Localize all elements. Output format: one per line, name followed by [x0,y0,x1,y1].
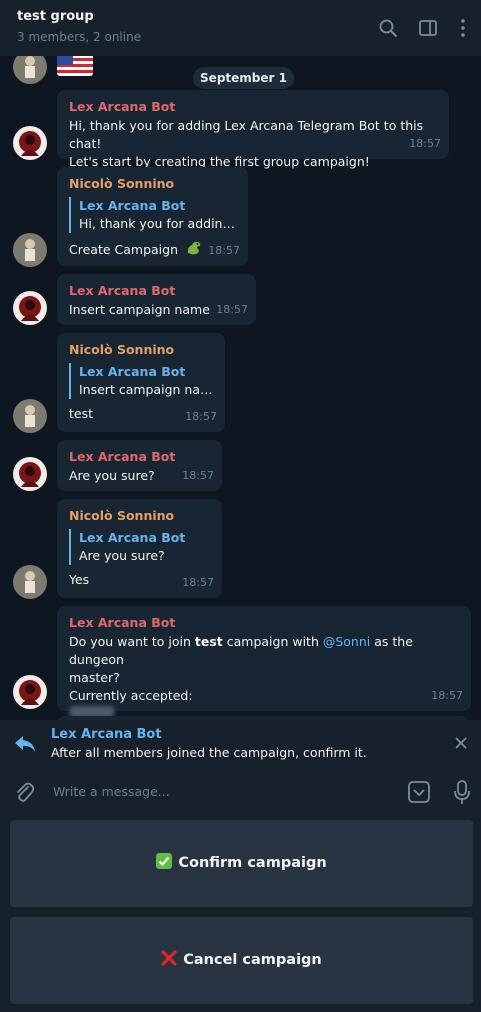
cancel-campaign-button[interactable]: Cancel campaign [10,917,473,1004]
message-time: 18:57 [185,410,217,423]
message-bubble[interactable]: Lex Arcana Bot Are you sure? 18:57 [57,440,222,491]
dragon-icon [185,239,203,262]
reply-quote-text: Insert campaign name [79,382,213,397]
reply-quote[interactable]: Lex Arcana Bot Hi, thank you for adding … [69,197,236,233]
message-text: Do you want to join test campaign with @… [69,634,413,667]
sender-name[interactable]: Lex Arcana Bot [69,98,437,116]
reply-panel-text: After all members joined the campaign, c… [51,745,367,760]
us-flag-icon [57,56,93,76]
message-composer: Write a message... [0,768,481,818]
reply-quote-text: Hi, thank you for adding ... [79,216,236,231]
search-icon[interactable] [377,17,399,39]
close-icon[interactable] [453,735,469,755]
message-bubble[interactable]: Lex Arcana Bot Insert campaign name 18:5… [57,274,256,325]
message-list[interactable]: September 1 Lex Arcana Bot Hi, thank you… [0,56,481,720]
message-text: Insert campaign name [69,302,210,317]
avatar-bot[interactable] [13,457,47,491]
reply-quote[interactable]: Lex Arcana Bot Insert campaign name [69,363,213,399]
cross-mark-icon [161,919,177,966]
date-separator: September 1 [193,67,294,89]
chat-title[interactable]: test group [17,9,481,24]
message-text: Hi, thank you for adding Lex Arcana Tele… [69,118,424,151]
message-bubble[interactable]: Nicolò Sonnino Lex Arcana Bot Are you su… [57,499,222,598]
avatar-bot[interactable] [13,675,47,709]
message-bubble[interactable]: Lex Arcana Bot Do you want to join test … [57,606,471,718]
message-bubble[interactable]: Nicolò Sonnino Lex Arcana Bot Insert cam… [57,333,225,432]
reply-quote[interactable]: Lex Arcana Bot Are you sure? [69,529,210,565]
chat-header: test group 3 members, 2 online [0,0,481,56]
reply-quote-text: Are you sure? [79,548,165,563]
message-text: Create Campaign [69,242,178,257]
message-text: Currently accepted: [69,688,193,703]
sender-name[interactable]: Lex Arcana Bot [69,448,210,466]
reply-panel[interactable]: Lex Arcana Bot After all members joined … [0,720,481,768]
more-vertical-icon[interactable] [452,17,474,39]
message-time: 18:57 [216,303,248,316]
reply-arrow-icon [13,734,37,758]
campaign-name: test [194,634,223,649]
message-time: 18:57 [431,689,463,702]
confirm-campaign-button[interactable]: Confirm campaign [10,820,473,907]
reply-quote-name: Lex Arcana Bot [79,530,186,545]
sender-name[interactable]: Nicolò Sonnino [69,341,213,359]
reply-quote-name: Lex Arcana Bot [79,364,186,379]
avatar-nicolo[interactable] [13,565,47,599]
message-time: 18:57 [182,576,214,589]
avatar-nicolo[interactable] [13,399,47,433]
avatar-bot[interactable] [13,126,47,160]
cancel-campaign-label: Cancel campaign [183,952,322,968]
confirm-campaign-label: Confirm campaign [178,855,327,871]
message-time: 18:57 [409,137,441,150]
message-text: Yes [69,572,90,587]
avatar-bot[interactable] [13,291,47,325]
bot-keyboard-icon[interactable] [407,780,431,808]
sidebar-toggle-icon[interactable] [417,17,439,39]
mention-link[interactable]: @Sonni [323,634,370,649]
message-text: test [69,406,94,421]
message-bubble[interactable]: Lex Arcana Bot Hi, thank you for adding … [57,90,449,169]
message-text: master? [69,670,120,685]
microphone-icon[interactable] [452,779,472,809]
message-input[interactable]: Write a message... [53,784,170,799]
attach-icon[interactable] [13,781,35,809]
message-time: 18:57 [208,244,240,257]
reply-panel-name: Lex Arcana Bot [51,727,162,742]
avatar-nicolo[interactable] [13,56,47,84]
sender-name[interactable]: Lex Arcana Bot [69,282,244,300]
sender-name[interactable]: Lex Arcana Bot [69,614,459,632]
sender-name[interactable]: Nicolò Sonnino [69,175,236,193]
message-bubble[interactable]: Nicolò Sonnino Lex Arcana Bot Hi, thank … [57,167,248,266]
avatar-nicolo[interactable] [13,233,47,267]
sender-name[interactable]: Nicolò Sonnino [69,507,210,525]
message-time: 18:57 [182,469,214,482]
bot-keyboard: Confirm campaign Cancel campaign [0,818,481,1012]
check-mark-icon [156,822,173,869]
reply-quote-name: Lex Arcana Bot [79,198,186,213]
member-status: 3 members, 2 online [17,30,142,44]
message-text: Are you sure? [69,468,155,483]
